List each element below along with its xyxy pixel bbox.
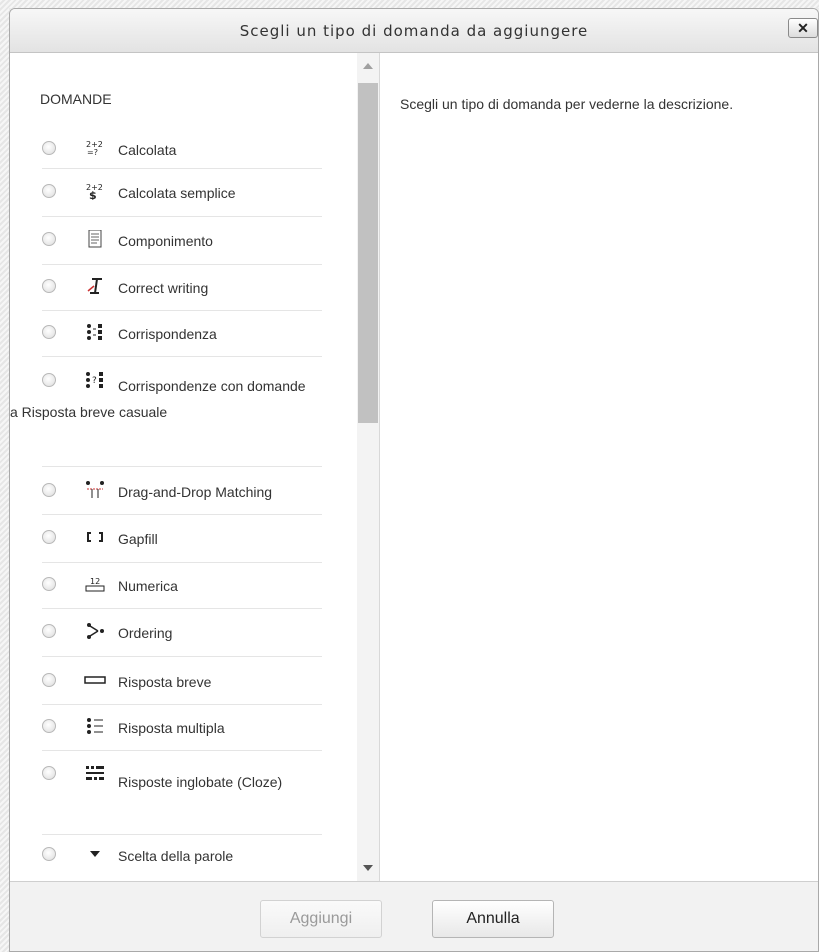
list-item-label: Corrispondenza: [118, 326, 217, 342]
list-item[interactable]: Scelta della parole: [42, 835, 322, 881]
select-words-icon: [84, 845, 106, 863]
list-item-label: Risposta multipla: [118, 720, 225, 736]
radio-button[interactable]: [42, 279, 56, 293]
list-item[interactable]: Drag-and-Drop Matching: [42, 467, 322, 515]
list-item-label: Correct writing: [118, 280, 209, 296]
question-type-dialog: Scegli un tipo di domanda da aggiungere …: [9, 8, 819, 952]
essay-icon: [84, 229, 106, 248]
short-answer-icon: [84, 671, 106, 689]
svg-text:=?: =?: [87, 148, 98, 157]
list-item-label: Scelta della parole: [118, 848, 234, 864]
close-button[interactable]: ✕: [788, 18, 818, 38]
list-item[interactable]: Risposta breve: [42, 657, 322, 705]
list-item-label: Corrispondenze con domande a Risposta br…: [10, 378, 306, 420]
list-item-label: Risposte inglobate (Cloze): [118, 774, 283, 790]
radio-button[interactable]: [42, 719, 56, 733]
add-button[interactable]: Aggiungi: [260, 900, 382, 938]
radio-button[interactable]: [42, 624, 56, 638]
list-item[interactable]: Risposte inglobate (Cloze): [42, 751, 322, 835]
list-item-label: Numerica: [118, 578, 178, 594]
list-item-label: Ordering: [118, 625, 173, 641]
radio-button[interactable]: [42, 141, 56, 155]
list-item[interactable]: Ordering: [42, 609, 322, 657]
list-item-label: Calcolata semplice: [118, 185, 236, 201]
list-item-label: Calcolata: [118, 142, 177, 158]
ordering-icon: [84, 622, 106, 640]
list-scrollbar[interactable]: [357, 53, 379, 881]
svg-text:12: 12: [90, 577, 100, 586]
list-item[interactable]: Corrispondenza: [42, 311, 322, 357]
section-label: DOMANDE: [40, 91, 112, 107]
radio-button[interactable]: [42, 577, 56, 591]
calculated-icon: 2+2 =?: [84, 139, 106, 157]
scroll-down-arrow-icon[interactable]: [363, 865, 373, 871]
list-item[interactable]: 2+2 $ Calcolata semplice: [42, 169, 322, 217]
radio-button[interactable]: [42, 325, 56, 339]
question-type-list-pane: DOMANDE 2+2 =? Calcolata 2+2 $ Calcolata s…: [10, 53, 380, 881]
numerical-icon: 12: [84, 575, 106, 593]
drag-drop-matching-icon: [84, 481, 106, 499]
list-item-label: Gapfill: [118, 531, 158, 547]
list-item[interactable]: Correct writing: [42, 265, 322, 311]
radio-button[interactable]: [42, 232, 56, 246]
list-item-label: Drag-and-Drop Matching: [118, 484, 273, 500]
calculated-simple-icon: 2+2 $: [84, 182, 106, 202]
dialog-footer: Aggiungi Annulla: [10, 881, 818, 951]
scroll-up-arrow-icon[interactable]: [363, 63, 373, 69]
scrollbar-thumb[interactable]: [358, 83, 378, 423]
list-item-label: Componimento: [118, 233, 213, 249]
list-item[interactable]: ? Corrispondenze con domande a Risposta …: [10, 357, 322, 467]
correct-writing-icon: [84, 277, 106, 295]
question-type-description: Scegli un tipo di domanda per vederne la…: [400, 96, 734, 112]
background-edge-top: [0, 0, 819, 8]
radio-button[interactable]: [42, 483, 56, 497]
matching-icon: [84, 323, 106, 341]
list-item[interactable]: Risposta multipla: [42, 705, 322, 751]
radio-button[interactable]: [42, 673, 56, 687]
radio-button[interactable]: [42, 184, 56, 198]
list-item[interactable]: 12 Numerica: [42, 563, 322, 609]
radio-button[interactable]: [42, 530, 56, 544]
background-edge: [0, 0, 9, 952]
radio-button[interactable]: [42, 847, 56, 861]
svg-text:$: $: [89, 189, 97, 200]
dialog-title: Scegli un tipo di domanda da aggiungere: [239, 22, 589, 40]
cancel-button[interactable]: Annulla: [432, 900, 554, 938]
list-item-label: Risposta breve: [118, 674, 212, 690]
list-item[interactable]: Gapfill: [42, 515, 322, 563]
list-item[interactable]: 2+2 =? Calcolata: [42, 129, 322, 169]
multiple-choice-icon: [84, 717, 106, 735]
list-item[interactable]: Componimento: [42, 217, 322, 265]
gapfill-icon: [84, 528, 106, 546]
dialog-titlebar[interactable]: Scegli un tipo di domanda da aggiungere …: [10, 9, 818, 53]
